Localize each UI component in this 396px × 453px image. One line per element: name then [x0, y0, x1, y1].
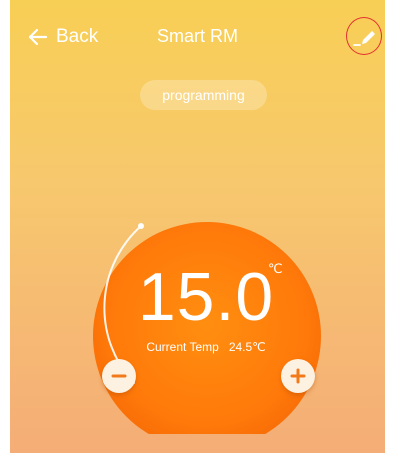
- edit-button[interactable]: [346, 17, 384, 55]
- mode-pill[interactable]: programming: [140, 80, 267, 110]
- current-temp-value: 24.5℃: [228, 340, 266, 354]
- pencil-icon: [353, 31, 375, 46]
- dial-knob: [138, 223, 144, 229]
- decrease-temp-button[interactable]: [102, 359, 136, 393]
- app-header: Back Smart RM: [10, 0, 385, 70]
- plus-icon: [290, 368, 306, 384]
- temperature-unit: ℃: [268, 261, 283, 276]
- current-temp: Current Temp 24.5℃: [86, 340, 326, 354]
- thermostat-dial[interactable]: 15.0 ℃ Current Temp 24.5℃: [86, 216, 326, 434]
- page-title: Smart RM: [157, 26, 238, 46]
- increase-temp-button[interactable]: [281, 359, 315, 393]
- thermostat-screen: Back Smart RM programming 15.0 ℃ Current…: [10, 0, 385, 453]
- current-temp-label: Current Temp: [146, 340, 219, 354]
- set-temperature: 15.0: [137, 259, 275, 335]
- minus-icon: [111, 374, 127, 378]
